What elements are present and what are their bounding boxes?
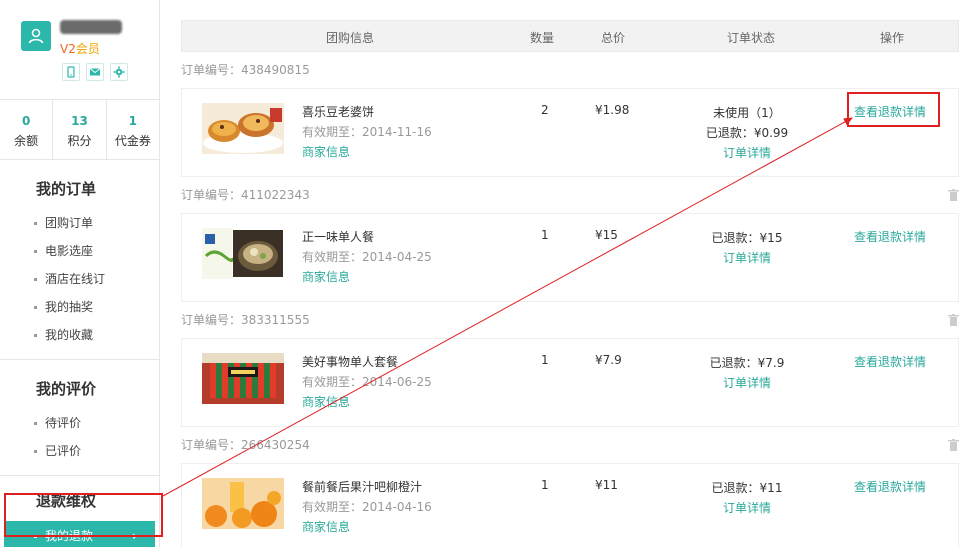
annotation-arrow — [162, 117, 853, 497]
page: V2会员 0 余额 13 积分 1 代金券 我的订单 团购订单 电影选座 酒店在… — [0, 0, 978, 547]
